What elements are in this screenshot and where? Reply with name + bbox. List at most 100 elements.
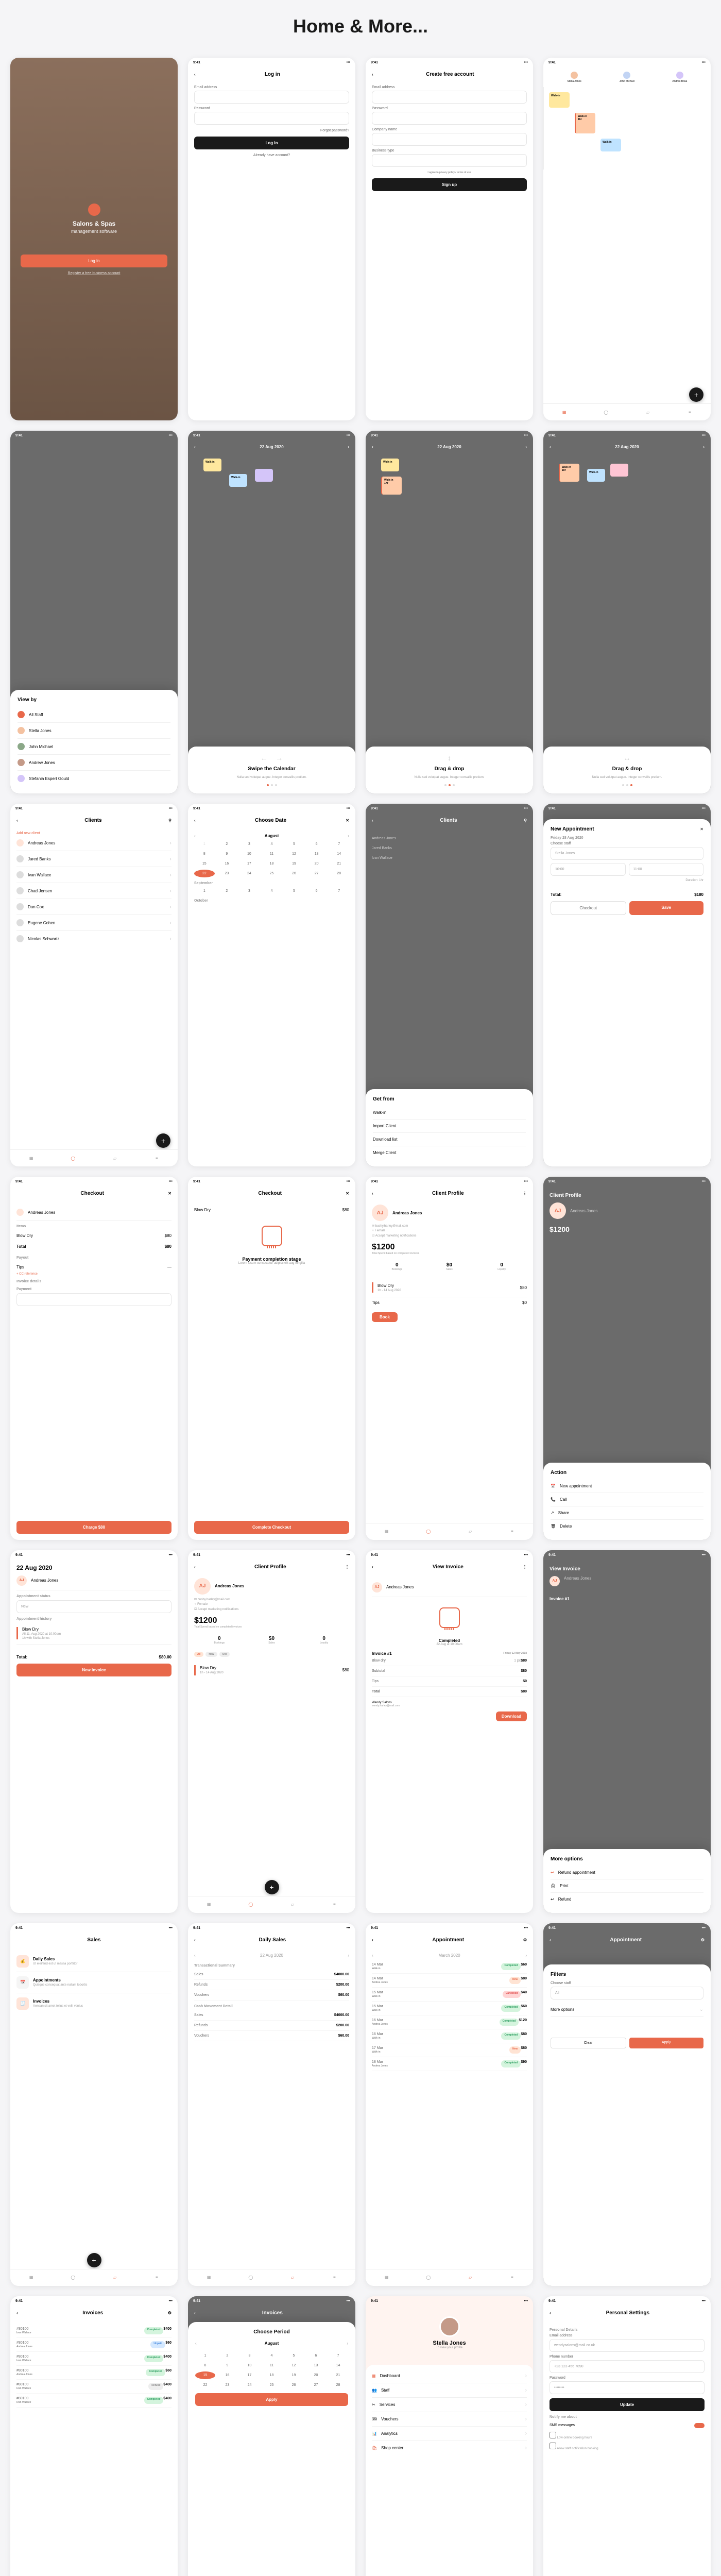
menu-item[interactable]: 📊Analytics› (372, 2427, 527, 2441)
client-row[interactable]: Chad Jensen› (16, 883, 171, 899)
invoice-row[interactable]: #80100Andrea JonesUnpaid$60 (16, 2338, 171, 2352)
add-client-link[interactable]: Add new client (16, 832, 171, 835)
email-input[interactable] (194, 91, 349, 104)
screen-period-picker: 9:41••• ‹Invoices Choose Period ‹August›… (188, 2296, 355, 2576)
appointment-block[interactable]: Walk-in (549, 92, 570, 108)
client-row[interactable]: Andreas Jones› (16, 835, 171, 851)
client-row[interactable]: Dan Cox› (16, 899, 171, 915)
register-link[interactable]: Register a free business account (68, 272, 121, 275)
screen-sales: 9:41••• Sales 💰Daily SalesUt eleifend es… (10, 1923, 178, 2286)
update-button[interactable]: Update (550, 2398, 705, 2411)
screen-login: 9:41••• ‹Log in Email address Password F… (188, 58, 355, 420)
menu-item[interactable]: ✂Services› (372, 2398, 527, 2412)
option-item[interactable]: ↩Refund appointment (551, 1866, 703, 1879)
appointment-block[interactable]: Walk-in1hr (575, 113, 595, 133)
menu-item[interactable]: 🛍Shop center› (372, 2441, 527, 2455)
invoice-row[interactable]: #80100Ivan WallaceCompleted$400 (16, 2352, 171, 2366)
screen-signup: 9:41••• ‹Create free account Email addre… (366, 58, 533, 420)
screen-invoice-options: 9:41••• View Invoice AJAndreas Jones Inv… (543, 1550, 711, 1913)
signup-submit[interactable]: Sign up (372, 178, 527, 191)
sheet-option[interactable]: Download list (373, 1133, 526, 1146)
tab-more[interactable]: ≡ (685, 408, 694, 416)
viewby-option[interactable]: Stefania Espert Gould (18, 771, 170, 786)
appointment-row[interactable]: 18 MarAndrea JonesCompleted$90 (372, 2057, 527, 2071)
action-item[interactable]: 📞Call (551, 1493, 703, 1506)
client-row[interactable]: Eugene Cohen› (16, 915, 171, 931)
invoice-row[interactable]: #80100Ivan WallaceRefund$400 (16, 2380, 171, 2394)
option-item[interactable]: 🖨Print (551, 1879, 703, 1893)
action-item[interactable]: ↗Share (551, 1506, 703, 1520)
new-invoice-button[interactable]: New invoice (16, 1664, 171, 1676)
forgot-link[interactable]: Forgot password? (194, 129, 349, 132)
viewby-option[interactable]: John Michael (18, 739, 170, 755)
charge-button[interactable]: Charge $80 (16, 1521, 171, 1534)
sheet-option[interactable]: Merge Client (373, 1146, 526, 1159)
screen-clients: 9:41••• ‹Clients⚲ Add new client Andreas… (10, 804, 178, 1166)
screen-checkout-complete: 9:41••• Checkout✕ Blow Dry$80 Payment co… (188, 1177, 355, 1539)
viewby-option[interactable]: Stella Jones (18, 723, 170, 739)
add-fab[interactable]: + (265, 1880, 279, 1894)
add-fab[interactable]: + (87, 2253, 101, 2267)
sales-card[interactable]: 🧾InvoicesAenean sit amet tellus et velit… (16, 1993, 171, 2014)
appointment-row[interactable]: 15 MarWalk-inCancelled$40 (372, 1988, 527, 2002)
tab-calendar[interactable]: ▦ (560, 408, 569, 416)
selected-day[interactable]: 22 (194, 870, 215, 877)
sheet-option[interactable]: Walk-in (373, 1106, 526, 1120)
appointment-row[interactable]: 17 MarWalk-inNew$60 (372, 2043, 527, 2057)
complete-button[interactable]: Complete Checkout (194, 1521, 349, 1534)
action-item[interactable]: 📅New appointment (551, 1480, 703, 1493)
appointment-row[interactable]: 14 MarWalk-inCompleted$60 (372, 1960, 527, 1974)
sheet-option[interactable]: Import Client (373, 1120, 526, 1133)
screen-landing: Salons & Spas management software Log In… (10, 58, 178, 420)
client-row[interactable]: Ivan Wallace› (16, 867, 171, 883)
more-icon[interactable]: ⋮ (523, 1191, 527, 1196)
option-item[interactable]: ↩Refund (551, 1893, 703, 1906)
invoice-row[interactable]: #80100Andrea JonesCompleted$60 (16, 2366, 171, 2380)
back-icon[interactable]: ‹ (16, 818, 18, 823)
screen-filters: 9:41••• ‹Appointment⚙ Filters Choose sta… (543, 1923, 711, 2286)
menu-item[interactable]: ▦Dashboard› (372, 2369, 527, 2383)
menu-item[interactable]: 👥Staff› (372, 2383, 527, 2398)
action-item[interactable]: 🗑Delete (551, 1520, 703, 1533)
search-icon[interactable]: ⚲ (168, 818, 171, 823)
checkout-button[interactable]: Checkout (551, 901, 626, 915)
appointment-row[interactable]: 14 MarAndrea JonesNew$80 (372, 1974, 527, 1988)
invoice-icon (439, 1607, 460, 1628)
back-icon[interactable]: ‹ (194, 72, 196, 77)
invoice-row[interactable]: #80100Ivan WallaceCompleted$400 (16, 2324, 171, 2338)
screen-client-actions: 9:41••• Client Profile AJAndreas Jones $… (543, 1177, 711, 1539)
save-button[interactable]: Save (629, 901, 704, 915)
toggle[interactable] (694, 2423, 705, 2428)
screen-personal-settings: 9:41••• ‹Personal Settings Personal Deta… (543, 2296, 711, 2576)
close-icon[interactable]: ✕ (700, 827, 703, 832)
menu-item[interactable]: 🎟Vouchers› (372, 2412, 527, 2427)
login-submit[interactable]: Log in (194, 137, 349, 149)
login-button[interactable]: Log In (21, 255, 167, 267)
apply-button[interactable]: Apply (195, 2393, 348, 2406)
appointment-row[interactable]: 16 MarWalk-inCompleted$80 (372, 2029, 527, 2043)
download-button[interactable]: Download (496, 1711, 527, 1721)
viewby-option[interactable]: Andrew Jones (18, 755, 170, 771)
filter-icon[interactable]: ⚙ (523, 1938, 527, 1942)
client-row[interactable]: Nicolas Schwartz› (16, 931, 171, 946)
screen-new-appointment: 9:41••• New Appointment✕ Friday 28 Aug 2… (543, 804, 711, 1166)
book-button[interactable]: Book (372, 1312, 398, 1322)
add-fab[interactable]: + (689, 387, 703, 402)
client-row[interactable]: Jared Banks› (16, 851, 171, 867)
appointment-row[interactable]: 16 MarAndrea JonesCompleted$120 (372, 2015, 527, 2029)
brand-tagline: management software (71, 229, 117, 234)
tab-clients[interactable]: ◯ (602, 408, 610, 416)
tab-sales[interactable]: ▱ (644, 408, 652, 416)
screen-onboard-swipe: 9:41••• ‹22 Aug 2020› Walk-in Walk-in ← … (188, 431, 355, 793)
sales-card[interactable]: 📅AppointmentsQuisque consequat ante null… (16, 1972, 171, 1993)
screen-view-invoice: 9:41••• ‹View Invoice⋮ AJAndreas Jones C… (366, 1550, 533, 1913)
apply-button[interactable]: Apply (629, 2038, 704, 2048)
invoice-row[interactable]: #80100Ivan WallaceCompleted$400 (16, 2394, 171, 2408)
sales-card[interactable]: 💰Daily SalesUt eleifend est ut massa por… (16, 1951, 171, 1972)
clear-button[interactable]: Clear (551, 2038, 626, 2048)
back-icon[interactable]: ‹ (372, 72, 373, 77)
appointment-block[interactable]: Walk-in (600, 139, 621, 151)
appointment-row[interactable]: 15 MarWalk-inCompleted$60 (372, 2002, 527, 2015)
password-input[interactable] (194, 112, 349, 125)
viewby-option[interactable]: All Staff (18, 707, 170, 723)
